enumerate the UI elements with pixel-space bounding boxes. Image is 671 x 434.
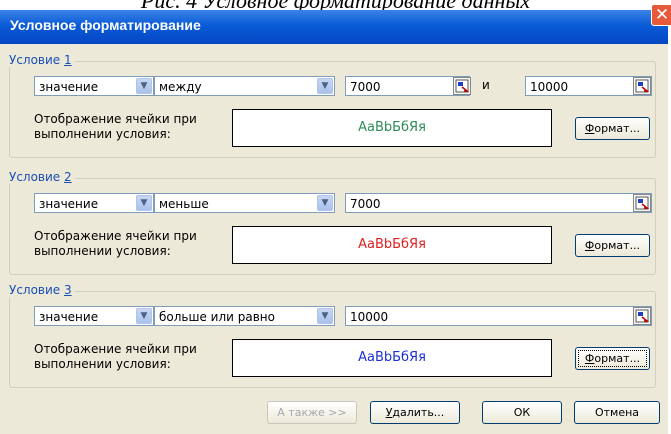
delete-button[interactable]: Удалить... xyxy=(370,401,460,424)
title-bar[interactable]: Условное форматирование xyxy=(0,10,668,44)
condition-2-description: Отображение ячейки при выполнении условия… xyxy=(34,229,197,258)
chevron-down-icon[interactable]: ▼ xyxy=(136,78,152,94)
condition-2-operator-value: меньше xyxy=(159,197,209,211)
condition-1-group: Условие 1 значение ▼ между ▼ 7000 и 1000… xyxy=(6,53,656,158)
condition-3-group: Условие 3 значение ▼ больше или равно ▼ … xyxy=(6,283,656,388)
condition-2-type-select[interactable]: значение ▼ xyxy=(34,193,154,213)
and-label: и xyxy=(482,78,490,92)
ok-button[interactable]: ОК xyxy=(482,401,562,424)
condition-2-value1-input[interactable]: 7000 xyxy=(345,193,652,213)
condition-2-format-button[interactable]: Формат... xyxy=(575,234,650,257)
condition-3-preview: АаBbБбЯя xyxy=(232,339,552,377)
condition-3-format-button[interactable]: Формат... xyxy=(575,347,650,370)
chevron-down-icon[interactable]: ▼ xyxy=(136,308,152,324)
condition-1-operator-select[interactable]: между ▼ xyxy=(154,76,335,96)
condition-1-operator-value: между xyxy=(159,80,202,94)
condition-1-legend: Условие 1 xyxy=(6,53,75,67)
collapse-dialog-icon[interactable] xyxy=(453,77,471,95)
chevron-down-icon[interactable]: ▼ xyxy=(317,308,333,324)
condition-1-value1-input[interactable]: 7000 xyxy=(345,76,470,96)
condition-2-type-value: значение xyxy=(39,197,99,211)
condition-2-value1: 7000 xyxy=(350,197,381,211)
cancel-button[interactable]: Отмена xyxy=(574,401,660,424)
condition-3-operator-select[interactable]: больше или равно ▼ xyxy=(154,306,335,326)
condition-3-operator-value: больше или равно xyxy=(159,310,275,324)
collapse-dialog-icon[interactable] xyxy=(633,307,651,325)
condition-3-legend: Условие 3 xyxy=(6,283,75,297)
dialog-title: Условное форматирование xyxy=(10,17,201,33)
condition-1-format-button[interactable]: Формат... xyxy=(575,117,650,140)
chevron-down-icon[interactable]: ▼ xyxy=(136,195,152,211)
condition-1-description: Отображение ячейки при выполнении условия… xyxy=(34,112,197,141)
condition-3-value1-input[interactable]: 10000 xyxy=(345,306,652,326)
condition-2-legend: Условие 2 xyxy=(6,170,75,184)
chevron-down-icon[interactable]: ▼ xyxy=(317,78,333,94)
chevron-down-icon[interactable]: ▼ xyxy=(317,195,333,211)
condition-3-description: Отображение ячейки при выполнении условия… xyxy=(34,342,197,371)
condition-2-operator-select[interactable]: меньше ▼ xyxy=(154,193,335,213)
condition-2-group: Условие 2 значение ▼ меньше ▼ 7000 Отобр… xyxy=(6,170,656,275)
condition-1-value1: 7000 xyxy=(350,80,381,94)
condition-3-value1: 10000 xyxy=(350,310,389,324)
collapse-dialog-icon[interactable] xyxy=(633,194,651,212)
condition-1-value2: 10000 xyxy=(530,80,569,94)
condition-3-type-value: значение xyxy=(39,310,99,324)
condition-3-type-select[interactable]: значение ▼ xyxy=(34,306,154,326)
add-condition-button[interactable]: А также >> xyxy=(267,401,357,424)
condition-1-preview: АаBbБбЯя xyxy=(232,109,552,147)
condition-1-type-value: значение xyxy=(39,80,99,94)
close-icon[interactable]: ✕ xyxy=(651,4,671,26)
collapse-dialog-icon[interactable] xyxy=(633,77,651,95)
conditional-formatting-dialog: Условное форматирование Условие 1 значен… xyxy=(0,10,668,434)
condition-1-type-select[interactable]: значение ▼ xyxy=(34,76,154,96)
condition-2-preview: АаBbБбЯя xyxy=(232,226,552,264)
